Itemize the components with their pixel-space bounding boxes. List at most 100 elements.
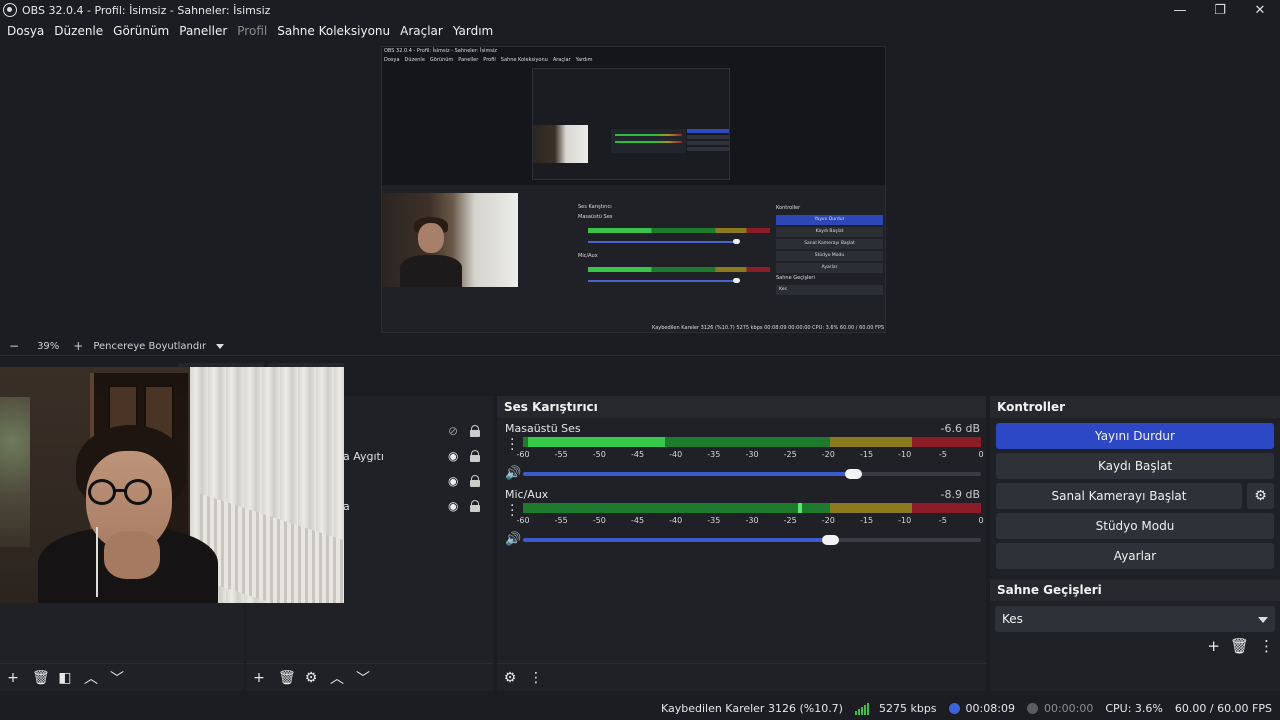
eye-icon[interactable]: ◉ bbox=[448, 474, 458, 488]
mini-ch1-meter bbox=[588, 228, 770, 233]
mini-trans-select: Kes bbox=[776, 285, 883, 295]
gear-icon[interactable]: ⚙ bbox=[1247, 483, 1274, 509]
bitrate-indicator: 5275 kbps bbox=[854, 702, 937, 715]
menu-yardim[interactable]: Yardım bbox=[448, 24, 498, 38]
settings-button[interactable]: Ayarlar bbox=[996, 543, 1274, 569]
zoom-mode-select[interactable]: Pencereye Boyutlandır bbox=[93, 341, 206, 352]
volume-icon[interactable]: 🔊 bbox=[505, 532, 521, 547]
advanced-audio-icon[interactable]: ⚙ bbox=[503, 670, 517, 686]
mini-menu: Dosya Düzenle Görünüm Paneller Profil Sa… bbox=[384, 57, 592, 63]
move-up-icon[interactable]: ︿ bbox=[84, 668, 98, 688]
program-preview[interactable]: OBS 32.0.4 - Profil: İsimsiz - Sahneler:… bbox=[381, 46, 886, 333]
move-down-icon[interactable]: ﹀ bbox=[356, 668, 370, 688]
menu-dosya[interactable]: Dosya bbox=[2, 24, 49, 38]
add-icon[interactable]: + bbox=[6, 670, 20, 686]
mini-stop-stream: Yayını Durdur bbox=[776, 215, 883, 225]
eye-icon[interactable]: ◉ bbox=[448, 499, 458, 513]
zoom-in-button[interactable]: + bbox=[73, 339, 83, 353]
more-vert-icon[interactable]: · · · bbox=[510, 433, 514, 457]
meter-tick-label: -40 bbox=[669, 450, 683, 459]
level-meter bbox=[523, 503, 981, 513]
audio-mixer-dock: Ses Karıştırıcı Masaüstü Ses -6.6 dB · · ·… bbox=[497, 396, 986, 691]
mini-trans-title: Sahne Geçişleri bbox=[776, 275, 815, 281]
meter-tick-label: -50 bbox=[592, 450, 606, 459]
chevron-down-icon[interactable] bbox=[216, 343, 225, 349]
volume-knob[interactable] bbox=[844, 469, 862, 479]
mini-start-record: Kaydı Başlat bbox=[776, 227, 883, 237]
close-button[interactable]: ✕ bbox=[1240, 0, 1280, 20]
add-icon[interactable]: + bbox=[1207, 637, 1220, 655]
record-icon bbox=[1026, 703, 1038, 714]
move-down-icon[interactable]: ﹀ bbox=[110, 668, 124, 688]
menu-sahne-koleksiyonu[interactable]: Sahne Koleksiyonu bbox=[272, 24, 395, 38]
mini-ch1-name: Masaüstü Ses bbox=[578, 214, 613, 220]
mini-menu-item: Görünüm bbox=[429, 57, 454, 63]
zoom-out-button[interactable]: − bbox=[9, 339, 19, 353]
sources-toolbar: + 🗑 ⚙ ︿ ﹀ bbox=[246, 663, 493, 691]
more-vert-icon[interactable]: ⋮ bbox=[1259, 637, 1274, 655]
menu-gorunum[interactable]: Görünüm bbox=[108, 24, 174, 38]
mini-webcam bbox=[382, 193, 518, 287]
meter-tick-label: -45 bbox=[630, 516, 645, 525]
volume-track bbox=[852, 472, 981, 476]
meter-tick-label: -15 bbox=[859, 516, 874, 525]
level-meter bbox=[523, 437, 981, 447]
trash-icon[interactable]: 🗑 bbox=[278, 670, 296, 686]
menu-paneller[interactable]: Paneller bbox=[174, 24, 232, 38]
trash-icon[interactable]: 🗑 bbox=[32, 670, 50, 686]
nested-controls bbox=[687, 129, 729, 159]
meter-tick-label: -15 bbox=[859, 450, 874, 459]
lock-icon[interactable] bbox=[470, 450, 480, 462]
audio-mixer-title: Ses Karıştırıcı bbox=[497, 396, 986, 418]
filter-icon[interactable]: ◧ bbox=[58, 670, 72, 686]
volume-fill bbox=[523, 538, 830, 542]
nested-mixer bbox=[611, 129, 686, 153]
controls-dock: Kontroller Yayını Durdur Kaydı Başlat Sa… bbox=[990, 396, 1280, 576]
volume-slider[interactable] bbox=[523, 535, 981, 545]
minimize-button[interactable]: — bbox=[1160, 0, 1200, 20]
title-bar: OBS 32.0.4 - Profil: İsimsiz - Sahneler:… bbox=[0, 0, 1280, 20]
controls-title: Kontroller bbox=[990, 396, 1280, 418]
eye-icon[interactable]: ◉ bbox=[448, 449, 458, 463]
eye-off-icon[interactable]: ⊘ bbox=[448, 424, 458, 438]
meter-ticks: -60 -55 -50 -45 -40 -35 -30 -25 -20 -15 -10 -5 0 bbox=[516, 450, 984, 460]
meter-tick-label: -5 bbox=[938, 450, 947, 459]
meter-tick-label: 0 bbox=[978, 450, 984, 459]
studio-mode-button[interactable]: Stüdyo Modu bbox=[996, 513, 1274, 539]
meter-tick-label: -40 bbox=[669, 516, 683, 525]
menu-duzenle[interactable]: Düzenle bbox=[49, 24, 108, 38]
menu-araclar[interactable]: Araçlar bbox=[395, 24, 448, 38]
mini-menu-item: Profil bbox=[483, 57, 496, 63]
transitions-title: Sahne Geçişleri bbox=[990, 579, 1280, 601]
meter-tick-label: -20 bbox=[821, 450, 835, 459]
mini-ch2-slider bbox=[588, 278, 740, 283]
lock-icon[interactable] bbox=[470, 500, 480, 512]
stop-stream-button[interactable]: Yayını Durdur bbox=[996, 423, 1274, 449]
gear-icon[interactable]: ⚙ bbox=[304, 670, 318, 686]
volume-slider[interactable] bbox=[523, 469, 981, 479]
more-vert-icon[interactable]: · · · bbox=[510, 499, 514, 523]
transitions-toolbar: + 🗑 ⋮ bbox=[1207, 637, 1274, 655]
nested-preview bbox=[532, 68, 730, 180]
mini-menu-item: Dosya bbox=[384, 57, 400, 63]
cpu-usage: CPU: 3.6% bbox=[1105, 702, 1163, 715]
volume-icon[interactable]: 🔊 bbox=[505, 466, 521, 481]
start-virtualcam-button[interactable]: Sanal Kamerayı Başlat bbox=[996, 483, 1242, 509]
mini-studio: Stüdyo Modu bbox=[776, 251, 883, 261]
transition-select[interactable]: Kes bbox=[995, 606, 1275, 632]
more-vert-icon[interactable]: ⋮ bbox=[529, 670, 543, 686]
mixer-channel: Masaüstü Ses -6.6 dB · · · -60 -55 -50 -45 -40… bbox=[497, 422, 986, 488]
move-up-icon[interactable]: ︿ bbox=[330, 668, 344, 688]
volume-fill bbox=[523, 472, 853, 476]
channel-db: -6.6 dB bbox=[940, 422, 981, 435]
add-icon[interactable]: + bbox=[252, 670, 266, 686]
zoom-value: 39% bbox=[37, 340, 60, 352]
lock-icon[interactable] bbox=[470, 425, 480, 437]
maximize-button[interactable]: ❐ bbox=[1200, 0, 1240, 20]
trash-icon[interactable]: 🗑 bbox=[1230, 637, 1249, 655]
nested-webcam-thumb bbox=[533, 125, 588, 163]
start-record-button[interactable]: Kaydı Başlat bbox=[996, 453, 1274, 479]
obs-logo-icon bbox=[3, 3, 17, 17]
lock-icon[interactable] bbox=[470, 475, 480, 487]
volume-knob[interactable] bbox=[821, 535, 839, 545]
